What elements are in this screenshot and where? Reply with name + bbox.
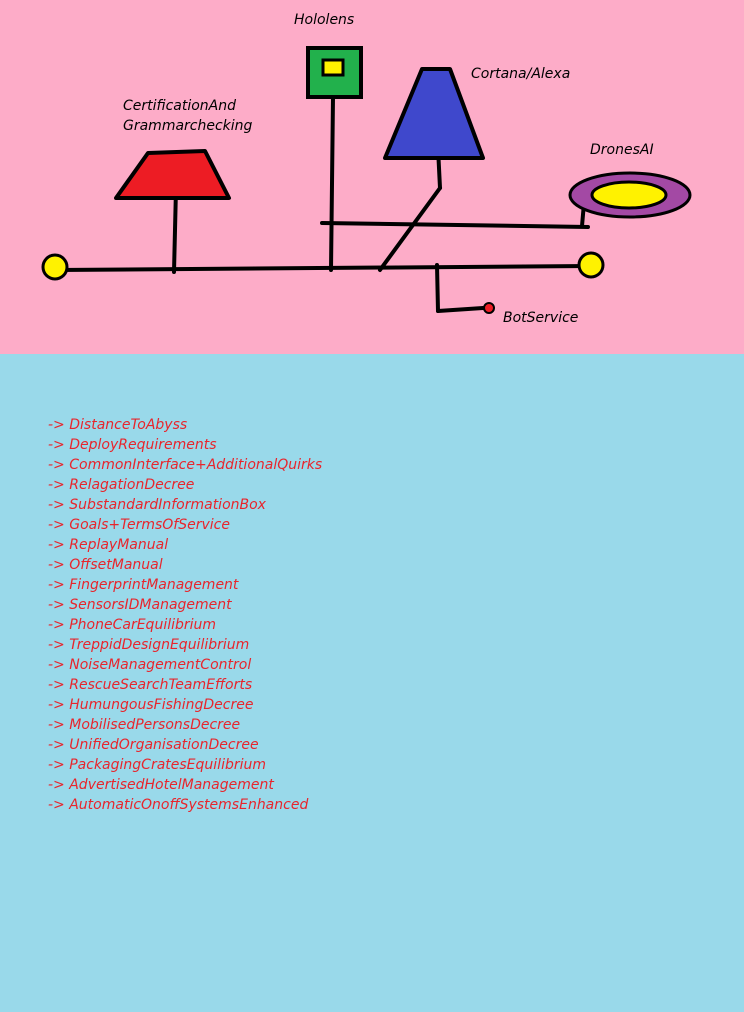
list-item: -> AutomaticOnoffSystemsEnhanced: [48, 795, 322, 815]
backbone-line: [55, 264, 592, 272]
list-item-arrow: ->: [48, 717, 70, 733]
list-item-label: RelagationDecree: [69, 477, 195, 493]
list-item: -> RelagationDecree: [48, 475, 322, 495]
botservice-node: [483, 302, 495, 314]
list-item: -> PackagingCratesEquilibrium: [48, 755, 322, 775]
list-item-label: AdvertisedHotelManagement: [69, 777, 274, 793]
list-item-label: DeployRequirements: [69, 437, 217, 453]
list-item-arrow: ->: [48, 677, 70, 693]
cortana-trapezoid: [383, 67, 485, 160]
list-item-label: ReplayManual: [69, 537, 169, 553]
list-item-arrow: ->: [48, 557, 70, 573]
list-item-label: CommonInterface+AdditionalQuirks: [69, 457, 323, 473]
list-item-arrow: ->: [48, 597, 70, 613]
list-item-arrow: ->: [48, 437, 70, 453]
list-item-label: HumungousFishingDecree: [69, 697, 254, 713]
list-item-arrow: ->: [48, 757, 70, 773]
list-item: -> AdvertisedHotelManagement: [48, 775, 322, 795]
upper-branch-line: [320, 221, 590, 229]
cortana-diagonal: [378, 186, 442, 272]
network-diagram: [41, 46, 692, 314]
list-item: -> SensorsIDManagement: [48, 595, 322, 615]
list-item-arrow: ->: [48, 637, 70, 653]
list-item-label: TreppidDesignEquilibrium: [69, 637, 250, 653]
list-item: -> SubstandardInformationBox: [48, 495, 322, 515]
list-item-label: PackagingCratesEquilibrium: [69, 757, 266, 773]
list-item: -> DistanceToAbyss: [48, 415, 322, 435]
list-item: -> MobilisedPersonsDecree: [48, 715, 322, 735]
hololens-stem: [329, 95, 335, 272]
list-item-label: Goals+TermsOfService: [69, 517, 230, 533]
label-drones: DronesAI: [590, 142, 654, 158]
label-cortana: Cortana/Alexa: [471, 66, 571, 82]
list-item: -> OffsetManual: [48, 555, 322, 575]
list-item-arrow: ->: [48, 797, 70, 813]
list-item-label: UnifiedOrganisationDecree: [69, 737, 259, 753]
botservice-link: [436, 306, 485, 313]
left-endpoint: [41, 253, 69, 281]
list-item: -> RescueSearchTeamEfforts: [48, 675, 322, 695]
list-item-label: MobilisedPersonsDecree: [69, 717, 241, 733]
list-item: -> UnifiedOrganisationDecree: [48, 735, 322, 755]
list-item-arrow: ->: [48, 617, 70, 633]
label-hololens: Hololens: [294, 12, 355, 28]
list-item-label: NoiseManagementControl: [69, 657, 252, 673]
list-item: -> CommonInterface+AdditionalQuirks: [48, 455, 322, 475]
drones-core: [590, 180, 668, 210]
botservice-stem: [435, 263, 440, 313]
label-botservice: BotService: [503, 310, 579, 326]
list-item-arrow: ->: [48, 457, 70, 473]
list-item-arrow: ->: [48, 417, 70, 433]
list-item-label: DistanceToAbyss: [69, 417, 188, 433]
list-item-label: AutomaticOnoffSystemsEnhanced: [69, 797, 309, 813]
list-item: -> NoiseManagementControl: [48, 655, 322, 675]
list-item-label: PhoneCarEquilibrium: [69, 617, 217, 633]
certification-trapezoid: [114, 149, 231, 200]
list-item-label: SensorsIDManagement: [69, 597, 232, 613]
list-item-arrow: ->: [48, 737, 70, 753]
list-item: -> TreppidDesignEquilibrium: [48, 635, 322, 655]
label-certification: CertificationAnd Grammarchecking: [123, 98, 253, 134]
list-item: -> Goals+TermsOfService: [48, 515, 322, 535]
list-item-label: RescueSearchTeamEfforts: [69, 677, 253, 693]
feature-list: -> DistanceToAbyss -> DeployRequirements -…: [48, 415, 322, 815]
list-item-arrow: ->: [48, 657, 70, 673]
hololens-inner: [321, 58, 345, 77]
right-endpoint: [577, 251, 605, 279]
list-item-arrow: ->: [48, 777, 70, 793]
list-item-arrow: ->: [48, 517, 70, 533]
certification-stem: [172, 186, 178, 274]
list-item-label: SubstandardInformationBox: [69, 497, 266, 513]
list-item: -> DeployRequirements: [48, 435, 322, 455]
list-item: -> PhoneCarEquilibrium: [48, 615, 322, 635]
list-item-arrow: ->: [48, 537, 70, 553]
list-item-arrow: ->: [48, 577, 70, 593]
list-item: -> FingerprintManagement: [48, 575, 322, 595]
list-item-label: FingerprintManagement: [69, 577, 239, 593]
list-item-arrow: ->: [48, 497, 70, 513]
list-item: -> HumungousFishingDecree: [48, 695, 322, 715]
list-item-arrow: ->: [48, 697, 70, 713]
list-item-arrow: ->: [48, 477, 70, 493]
list-item-label: OffsetManual: [69, 557, 163, 573]
list-item: -> ReplayManual: [48, 535, 322, 555]
